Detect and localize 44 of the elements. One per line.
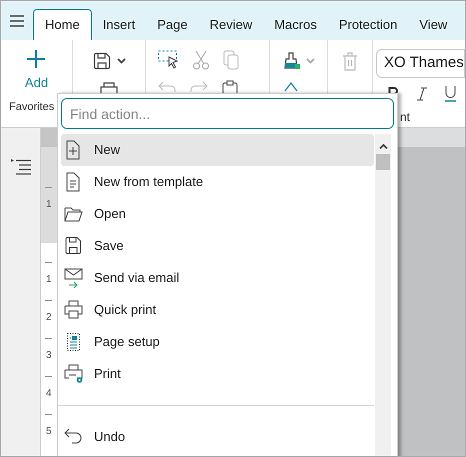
underline-icon[interactable] bbox=[445, 85, 456, 102]
printer-gear-icon bbox=[64, 364, 84, 384]
tab[interactable]: Protection bbox=[328, 9, 408, 40]
italic-icon[interactable] bbox=[417, 86, 427, 100]
ruler-number: 2 bbox=[46, 313, 53, 323]
scrollbar-thumb[interactable] bbox=[376, 154, 390, 170]
menu-icon[interactable] bbox=[10, 14, 24, 26]
scroll-up-icon[interactable] bbox=[378, 144, 388, 149]
tab[interactable]: Page bbox=[146, 9, 199, 40]
menu-item[interactable]: Quick print bbox=[61, 294, 374, 326]
ruler-number: 3 bbox=[46, 351, 53, 361]
menu-item[interactable]: Save bbox=[61, 230, 374, 262]
group-label: Favorites bbox=[9, 100, 54, 115]
menu-item[interactable]: New from template bbox=[61, 166, 374, 198]
font-combo[interactable]: XO Thames bbox=[376, 49, 465, 78]
add-button[interactable]: Add bbox=[24, 50, 48, 89]
clipboard-icon[interactable] bbox=[222, 80, 238, 94]
ruler-number: 1 bbox=[46, 200, 53, 210]
outline-icon[interactable] bbox=[10, 158, 30, 175]
save-icon bbox=[64, 236, 84, 256]
scrollbar[interactable] bbox=[375, 134, 391, 456]
menu-item[interactable]: Undo bbox=[61, 421, 374, 453]
printer-icon bbox=[64, 300, 84, 320]
tab[interactable]: Macros bbox=[263, 9, 328, 40]
tab[interactable]: Insert bbox=[92, 9, 146, 40]
ruler-number: 1 bbox=[46, 275, 53, 285]
selection-icon[interactable] bbox=[158, 50, 179, 70]
envelope-icon bbox=[64, 268, 84, 288]
menu-item[interactable]: Open bbox=[61, 198, 374, 230]
menu-item[interactable]: Send via email bbox=[61, 262, 374, 294]
group-label: nt bbox=[400, 111, 412, 123]
menu-item[interactable]: New bbox=[61, 134, 374, 166]
ruler-number: 5 bbox=[46, 427, 53, 437]
menu-item[interactable]: Page setup bbox=[61, 326, 374, 358]
tab[interactable]: Review bbox=[198, 9, 264, 40]
save-icon[interactable] bbox=[92, 52, 110, 70]
ruler-number: 4 bbox=[46, 389, 53, 399]
tab[interactable]: View bbox=[408, 9, 458, 40]
search-field[interactable]: Find action... bbox=[61, 98, 394, 129]
tab[interactable]: Home bbox=[33, 9, 92, 40]
plus-icon bbox=[27, 50, 46, 68]
paint-brush-icon[interactable] bbox=[282, 52, 300, 70]
menu-item[interactable]: Print bbox=[61, 358, 374, 390]
chevron-icon[interactable] bbox=[116, 58, 126, 64]
